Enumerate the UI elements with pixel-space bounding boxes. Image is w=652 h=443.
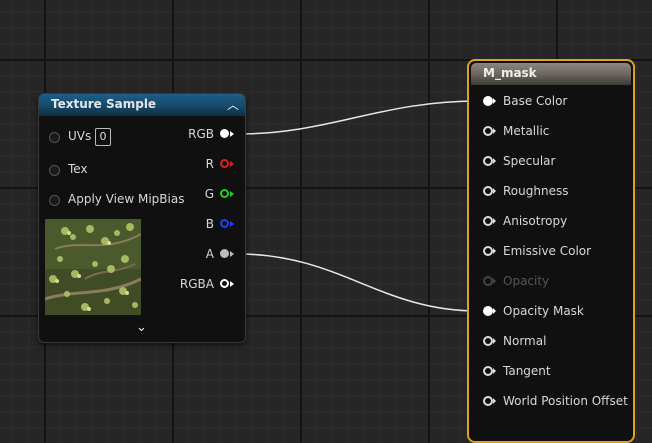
world-position-offset-input-pin[interactable] (483, 396, 493, 406)
r-output-label: R (205, 157, 214, 171)
texture-preview-thumbnail (45, 219, 141, 315)
anisotropy-label: Anisotropy (503, 214, 568, 228)
base-color-label: Base Color (503, 94, 568, 108)
normal-label: Normal (503, 334, 547, 348)
node-title: Texture Sample (51, 97, 157, 111)
roughness-label: Roughness (503, 184, 569, 198)
emissive-color-label: Emissive Color (503, 244, 592, 258)
specular-label: Specular (503, 154, 556, 168)
apply-view-mipbias-label: Apply View MipBias (68, 192, 185, 206)
tex-label: Tex (68, 162, 88, 176)
b-output-pin[interactable] (220, 219, 229, 228)
emissive-color-input-pin[interactable] (483, 246, 493, 256)
normal-input-pin[interactable] (483, 336, 493, 346)
rgba-output-pin[interactable] (220, 279, 229, 288)
opacity-label: Opacity (503, 274, 550, 288)
uvs-value-field[interactable]: 0 (95, 128, 111, 146)
rgb-output-arrow-icon (230, 131, 234, 137)
r-output-arrow-icon (230, 161, 234, 167)
opacity-input-pin (483, 276, 493, 286)
wire-rgb-to-base-color[interactable] (237, 100, 479, 135)
rgba-output-arrow-icon (230, 281, 234, 287)
world-position-offset-label: World Position Offset (503, 394, 628, 408)
wire-a-to-opacity-mask[interactable] (237, 253, 479, 312)
opacity-mask-label: Opacity Mask (503, 304, 584, 318)
metallic-input-pin[interactable] (483, 126, 493, 136)
rgba-output-label: RGBA (179, 277, 214, 291)
roughness-input-pin[interactable] (483, 186, 493, 196)
apply-view-mipbias-input-pin[interactable] (49, 195, 60, 206)
uvs-input-pin[interactable] (49, 132, 60, 143)
metallic-label: Metallic (503, 124, 550, 138)
g-output-label: G (204, 187, 214, 201)
a-output-arrow-icon (230, 251, 234, 257)
opacity-mask-input-pin[interactable] (483, 306, 493, 316)
uvs-label: UVs (68, 129, 92, 143)
chevron-down-icon[interactable]: ⌄ (136, 320, 147, 335)
tex-input-pin[interactable] (49, 165, 60, 176)
b-output-arrow-icon (230, 221, 234, 227)
material-node-header[interactable]: M_mask (471, 63, 631, 85)
b-output-label: B (205, 217, 214, 231)
specular-input-pin[interactable] (483, 156, 493, 166)
g-output-pin[interactable] (220, 189, 229, 198)
rgb-output-pin[interactable] (220, 129, 229, 138)
chevron-up-icon[interactable]: ︿ (227, 96, 239, 113)
tangent-label: Tangent (503, 364, 551, 378)
g-output-arrow-icon (230, 191, 234, 197)
a-output-pin[interactable] (220, 249, 229, 258)
tangent-input-pin[interactable] (483, 366, 493, 376)
a-output-label: A (205, 247, 214, 261)
rgb-output-label: RGB (188, 127, 214, 141)
texture-sample-header[interactable]: Texture Sample ︿ (39, 94, 245, 116)
material-node-title: M_mask (483, 66, 537, 80)
r-output-pin[interactable] (220, 159, 229, 168)
base-color-input-pin[interactable] (483, 96, 493, 106)
anisotropy-input-pin[interactable] (483, 216, 493, 226)
